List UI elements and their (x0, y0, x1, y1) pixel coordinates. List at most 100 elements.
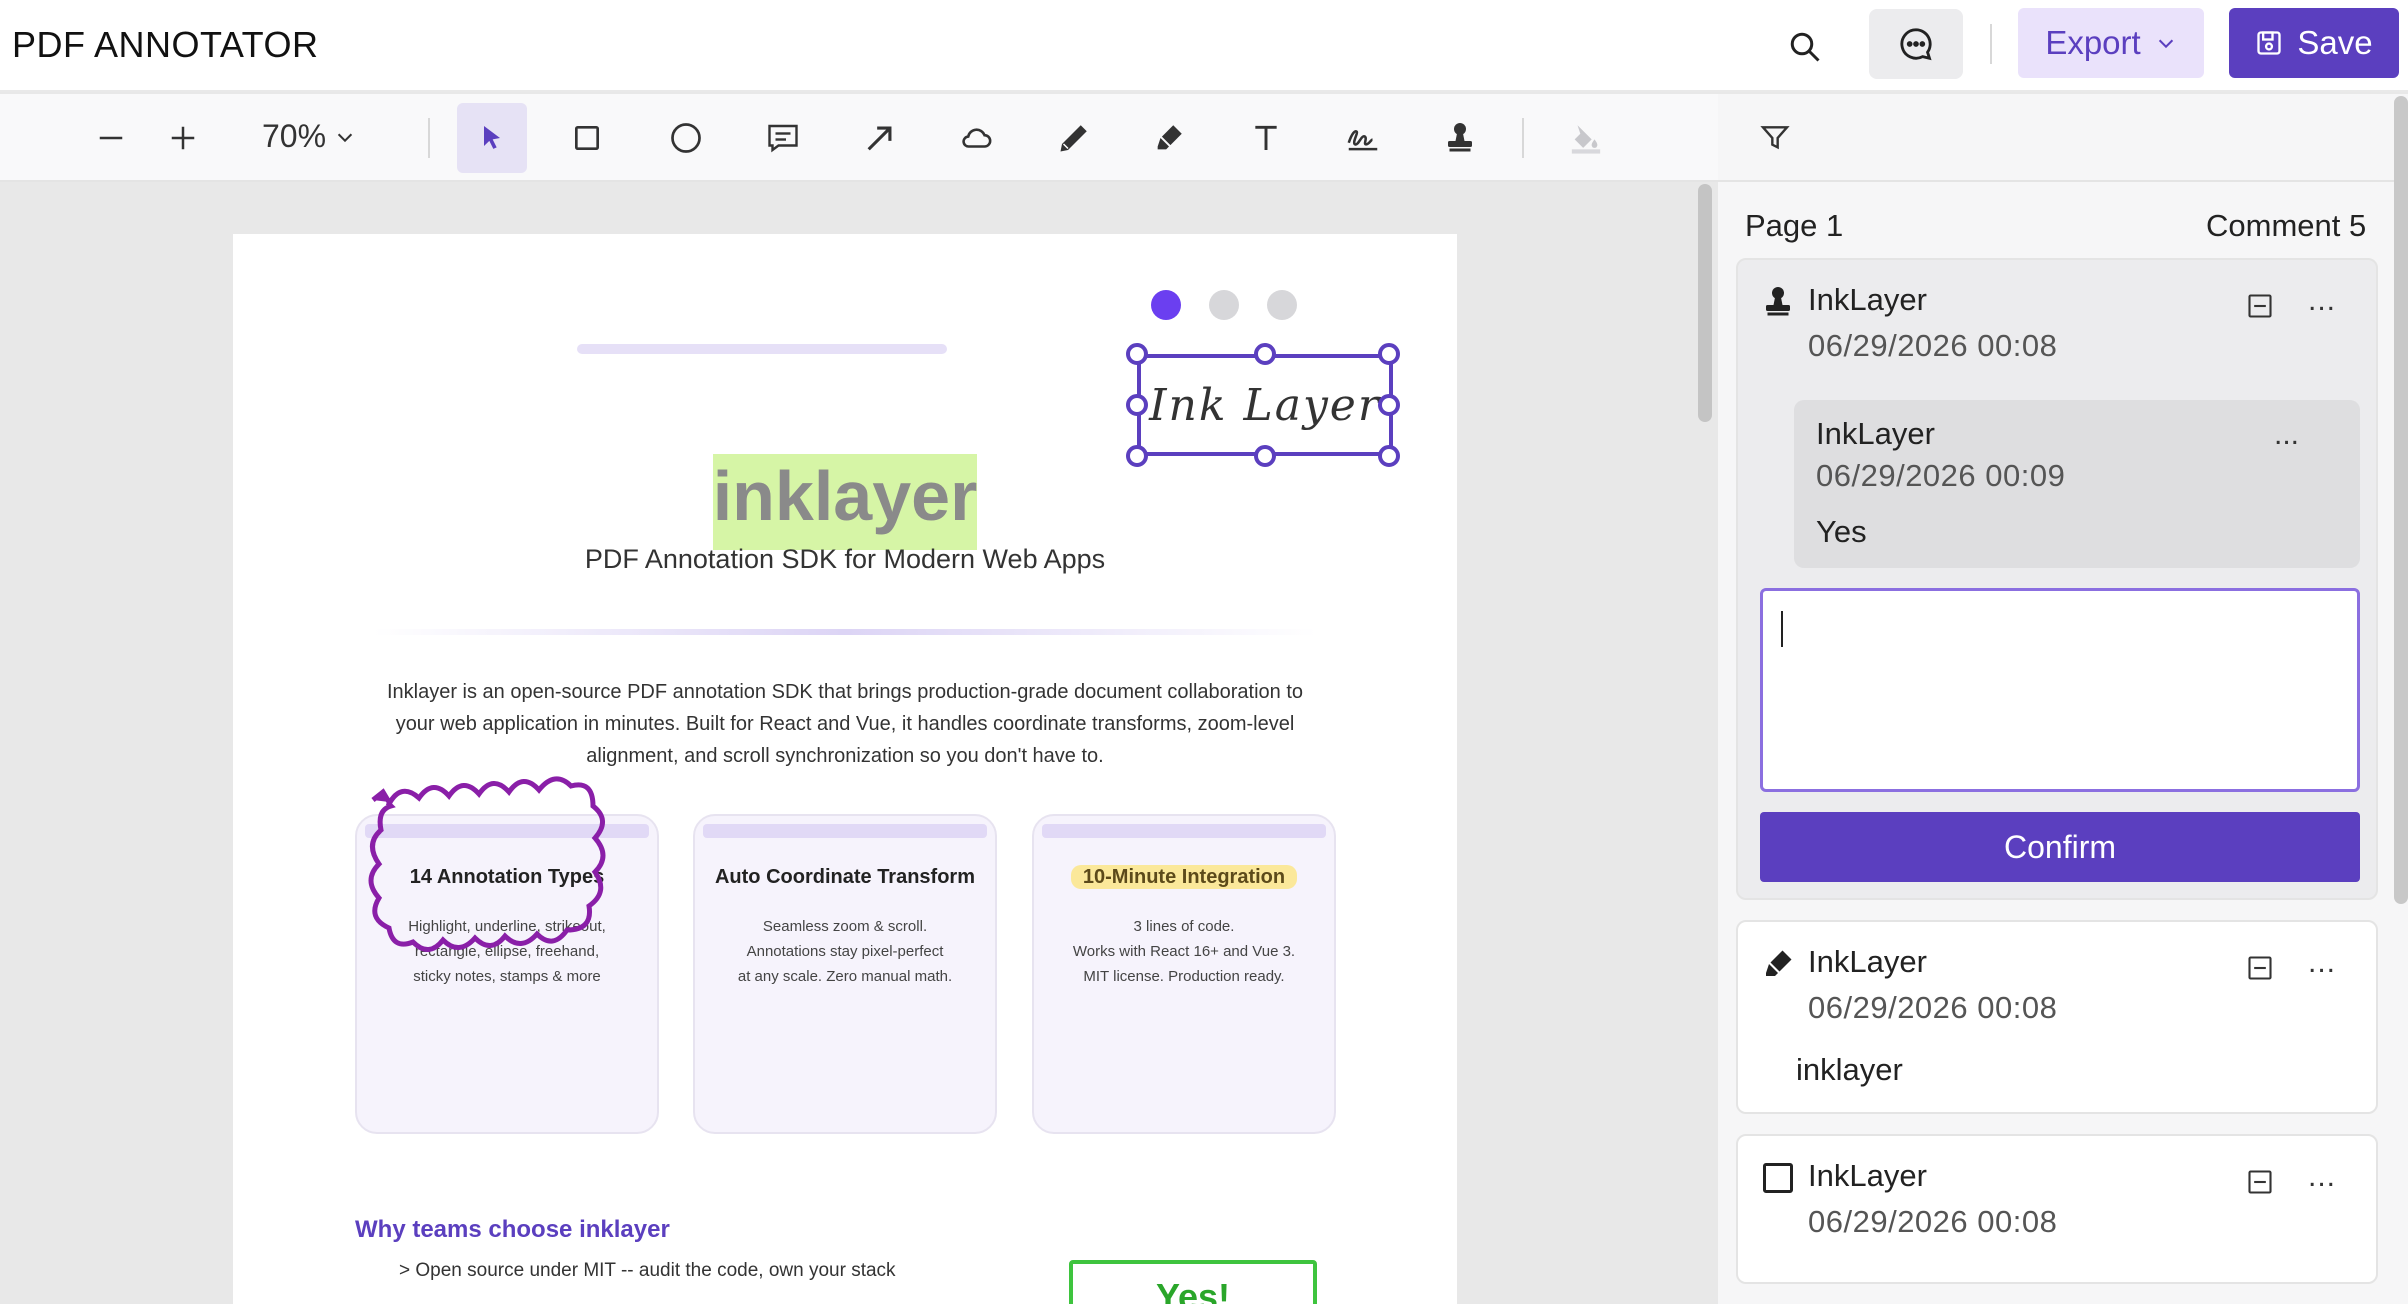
circle-icon (671, 123, 701, 153)
card-line: MIT license. Production ready. (1083, 968, 1285, 985)
cloud-annotation[interactable] (359, 776, 655, 974)
card-body: Seamless zoom & scroll. Annotations stay… (695, 914, 995, 989)
panel-toolbar (1718, 94, 2408, 182)
card-line: 3 lines of code. (1133, 918, 1235, 935)
section-heading: Why teams choose inklayer (355, 1216, 670, 1243)
cloud-tool-button[interactable] (941, 103, 1011, 173)
reply-author: InkLayer (1816, 416, 1935, 451)
arrow-tool-button[interactable] (845, 103, 915, 173)
select-tool-button[interactable] (457, 103, 527, 173)
description-line: Inklayer is an open-source PDF annotatio… (386, 681, 1304, 703)
resize-handle[interactable] (1126, 394, 1148, 416)
comment-card[interactable]: InkLayer 06/29/2026 00:08 ... inklayer (1736, 920, 2378, 1114)
arrow-diagonal-icon (867, 126, 892, 151)
reply-text: Yes (1816, 514, 1867, 549)
comment-card[interactable]: InkLayer 06/29/2026 00:08 ... (1736, 1134, 2378, 1284)
filter-icon (1760, 126, 1790, 150)
description: Inklayer is an open-source PDF annotatio… (363, 676, 1327, 772)
export-button[interactable]: Export (2018, 8, 2204, 78)
resize-handle[interactable] (1126, 343, 1148, 365)
rectangle-icon (1763, 1163, 1793, 1193)
chevron-down-icon (337, 133, 353, 142)
feature-card: 10-Minute Integration 3 lines of code. W… (1032, 814, 1336, 1134)
comments-toggle-button[interactable] (1869, 9, 1963, 79)
signature-annotation[interactable]: Ink Layer (1126, 343, 1400, 467)
card-line: Annotations stay pixel-perfect (746, 943, 944, 960)
comment-card[interactable]: InkLayer 06/29/2026 00:08 ... InkLayer 0… (1736, 258, 2378, 900)
comment-bubble-icon (1900, 28, 1932, 61)
zoom-out-button[interactable] (76, 103, 146, 173)
app-title: PDF ANNOTATOR (12, 24, 319, 65)
more-options-button[interactable]: ... (2308, 284, 2336, 318)
reply-item: InkLayer 06/29/2026 00:09 Yes ... (1794, 400, 2360, 568)
cursor-arrow-icon (484, 126, 500, 149)
app-header: PDF ANNOTATOR Export Save (0, 0, 2408, 92)
card-title: 10-Minute Integration (1034, 865, 1334, 889)
card-line: Works with React 16+ and Vue 3. (1072, 943, 1296, 960)
comment-count: Comment 5 (2206, 208, 2367, 243)
pdf-page[interactable]: inklayer PDF Annotation SDK for Modern W… (233, 234, 1457, 1304)
carousel-dot (1267, 290, 1297, 320)
toolbar-divider (1522, 118, 1524, 158)
resize-handle[interactable] (1126, 445, 1148, 467)
zoom-value: 70% (262, 118, 327, 154)
resize-handle[interactable] (1378, 394, 1400, 416)
card-line: Seamless zoom & scroll. (762, 918, 928, 935)
comment-text: inklayer (1796, 1052, 1903, 1087)
resize-handle[interactable] (1254, 445, 1276, 467)
export-label: Export (2045, 24, 2141, 61)
highlighter-tool-button[interactable] (1134, 103, 1204, 173)
save-icon (2257, 31, 2282, 55)
resize-handle[interactable] (1378, 343, 1400, 365)
comment-date: 06/29/2026 00:08 (1808, 1204, 2058, 1239)
yes-stamp-text: Yes! (1155, 1276, 1231, 1304)
comment-date: 06/29/2026 00:08 (1808, 990, 2058, 1025)
rectangle-tool-button[interactable] (552, 103, 622, 173)
bullet-item: > Open source under MIT -- audit the cod… (399, 1260, 896, 1281)
zoom-select[interactable]: 70% (262, 118, 356, 155)
save-label: Save (2297, 24, 2373, 61)
fill-color-button[interactable] (1551, 103, 1621, 173)
highlighter-icon (1157, 125, 1182, 150)
comment-author: InkLayer (1808, 944, 1927, 979)
comment-author: InkLayer (1808, 282, 1927, 317)
resize-handle[interactable] (1254, 343, 1276, 365)
collapse-icon[interactable] (2246, 1168, 2274, 1196)
confirm-button[interactable]: Confirm (1760, 812, 2360, 882)
minus-icon (99, 136, 123, 140)
text-tool-button[interactable] (1231, 103, 1301, 173)
yes-stamp-annotation[interactable]: Yes! (1069, 1260, 1317, 1304)
stamp-icon (1448, 123, 1472, 152)
card-accent-bar (1042, 824, 1326, 838)
reply-input[interactable] (1760, 588, 2360, 792)
card-title: Auto Coordinate Transform (714, 866, 975, 888)
signature-tool-button[interactable] (1328, 103, 1398, 173)
save-button[interactable]: Save (2229, 8, 2399, 78)
filter-button[interactable] (1740, 103, 1810, 173)
text-caret (1781, 611, 1783, 647)
pencil-tool-button[interactable] (1039, 103, 1109, 173)
brand-title: inklayer (712, 457, 978, 535)
resize-handle[interactable] (1378, 445, 1400, 467)
more-options-button[interactable]: ... (2308, 1160, 2336, 1194)
note-tool-button[interactable] (748, 103, 818, 173)
search-button[interactable] (1780, 22, 1830, 72)
ellipse-tool-button[interactable] (651, 103, 721, 173)
document-viewport[interactable]: inklayer PDF Annotation SDK for Modern W… (0, 182, 1718, 1304)
note-icon (768, 124, 798, 153)
comment-author: InkLayer (1808, 1158, 1927, 1193)
card-accent-bar (703, 824, 987, 838)
collapse-icon[interactable] (2246, 292, 2274, 320)
paint-bucket-icon (1571, 125, 1601, 154)
chevron-down-icon (2158, 39, 2173, 49)
reply-more-button[interactable]: ... (2274, 418, 2299, 452)
card-line: at any scale. Zero manual math. (737, 968, 953, 985)
zoom-in-button[interactable] (148, 103, 218, 173)
cloud-icon (962, 128, 992, 148)
panel-scrollbar[interactable] (2394, 96, 2408, 904)
more-options-button[interactable]: ... (2308, 946, 2336, 980)
stamp-tool-button[interactable] (1425, 103, 1495, 173)
document-scrollbar[interactable] (1698, 184, 1712, 422)
collapse-icon[interactable] (2246, 954, 2274, 982)
card-body: 3 lines of code. Works with React 16+ an… (1034, 914, 1334, 989)
